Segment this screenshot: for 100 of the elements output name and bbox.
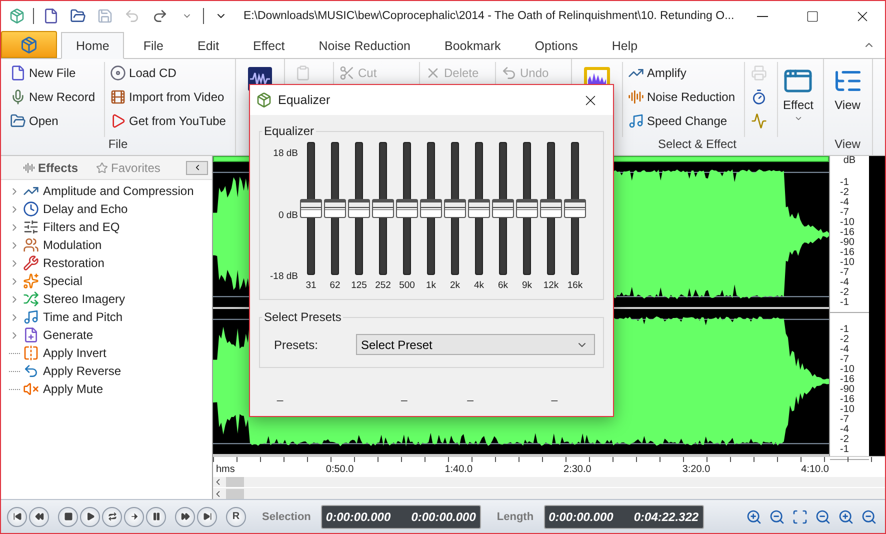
ribbon-button[interactable]: Open xyxy=(8,110,98,132)
frequency-label: 12k xyxy=(543,280,559,291)
slider-thumb[interactable] xyxy=(324,199,346,218)
skip-forward-icon xyxy=(202,512,212,521)
band-slider[interactable] xyxy=(516,142,538,275)
transport-button[interactable] xyxy=(58,506,78,526)
caret-icon xyxy=(794,114,803,123)
effect-item[interactable]: Filters and EQ xyxy=(23,219,120,235)
effect-item[interactable]: Restoration xyxy=(23,255,104,271)
effect-item[interactable]: Apply Reverse xyxy=(23,363,122,379)
db-scale-label: -2 xyxy=(840,188,850,198)
folder-icon xyxy=(10,113,26,129)
db-scale-label: -1 xyxy=(840,325,850,335)
band-slider[interactable] xyxy=(492,142,514,275)
loop-icon xyxy=(108,512,116,521)
effect-item[interactable]: Apply Mute xyxy=(23,381,104,397)
frequency-label: 9k xyxy=(522,280,532,291)
time-label: 0:50.0 xyxy=(326,464,354,476)
ribbon-large-button[interactable]: Effect xyxy=(781,62,816,123)
db-scale-label: -1 xyxy=(840,178,850,188)
effect-item[interactable]: Amplitude and Compression xyxy=(23,183,194,199)
band-slider[interactable] xyxy=(468,142,490,275)
band-slider[interactable] xyxy=(396,142,418,275)
ribbon-large-button[interactable]: View xyxy=(830,62,865,112)
band-slider[interactable] xyxy=(564,142,586,275)
ribbon-tab[interactable]: Effect xyxy=(238,32,300,59)
group-title: Select Presets xyxy=(263,310,342,324)
band-slider[interactable] xyxy=(540,142,562,275)
effect-item[interactable]: Delay and Echo xyxy=(23,201,128,217)
slider-thumb[interactable] xyxy=(372,199,394,218)
slider-thumb[interactable] xyxy=(516,199,538,218)
ribbon-button[interactable]: Import from Video xyxy=(108,86,228,108)
ribbon-tab[interactable]: File xyxy=(128,32,178,59)
effect-item[interactable]: Apply Invert xyxy=(23,345,106,361)
app-icon xyxy=(20,36,38,54)
ribbon-button[interactable]: Noise Reduction xyxy=(626,86,738,108)
db-scale-label: -1 xyxy=(840,298,850,308)
ribbon-button[interactable]: New Record xyxy=(8,86,98,108)
record-button[interactable]: R xyxy=(226,506,246,526)
time-value: 0:00:00.000 xyxy=(548,510,614,524)
panel-tab[interactable]: Effects xyxy=(17,160,84,174)
slider-thumb[interactable] xyxy=(396,199,418,218)
effect-item[interactable]: Generate xyxy=(23,327,94,343)
band-slider[interactable] xyxy=(420,142,442,275)
ribbon-tab[interactable]: Noise Reduction xyxy=(304,32,426,59)
slider-thumb[interactable] xyxy=(300,199,322,218)
slider-thumb[interactable] xyxy=(348,199,370,218)
ribbon-button[interactable]: New File xyxy=(8,62,98,84)
time-label: 4:10.0 xyxy=(801,464,829,476)
frequency-label: 4k xyxy=(474,280,484,291)
effect-item[interactable]: Stereo Imagery xyxy=(23,291,126,307)
transport-button[interactable] xyxy=(29,506,49,526)
underscore-mark: _ xyxy=(277,390,284,402)
transport-button[interactable] xyxy=(102,506,122,526)
preset-dropdown[interactable]: Select Preset xyxy=(356,334,595,355)
slider-thumb[interactable] xyxy=(468,199,490,218)
horizontal-scrollbar[interactable] xyxy=(213,476,885,488)
ribbon-button[interactable]: Speed Change xyxy=(626,110,738,132)
band-slider[interactable] xyxy=(324,142,346,275)
ribbon-tab[interactable]: Help xyxy=(596,32,653,59)
fast-forward-icon xyxy=(180,512,190,521)
ribbon-button[interactable]: Get from YouTube xyxy=(108,110,228,132)
horizontal-scrollbar[interactable] xyxy=(213,487,885,499)
ribbon-button[interactable]: Amplify xyxy=(626,62,738,84)
scrollbar-thumb[interactable] xyxy=(226,488,244,499)
group-label: File xyxy=(108,137,128,153)
transport-button[interactable] xyxy=(7,506,27,526)
group-label: Select & Effect xyxy=(658,137,736,153)
slider-thumb[interactable] xyxy=(420,199,442,218)
ribbon-tab[interactable]: Home xyxy=(61,32,124,59)
ribbon-tab[interactable]: Options xyxy=(520,32,593,59)
band-slider[interactable] xyxy=(300,142,322,275)
ribbon-button[interactable]: Load CD xyxy=(108,62,228,84)
transport-button[interactable] xyxy=(146,506,166,526)
ribbon-tab[interactable]: Bookmark xyxy=(430,32,516,59)
underscore-mark: _ xyxy=(401,390,408,402)
slider-thumb[interactable] xyxy=(564,199,586,218)
slider-thumb[interactable] xyxy=(444,199,466,218)
effect-item[interactable]: Special xyxy=(23,273,82,289)
transport-button[interactable] xyxy=(124,506,144,526)
scrollbar-thumb[interactable] xyxy=(226,476,244,487)
application-menu-button[interactable] xyxy=(1,31,57,58)
db-scale-label: -10 xyxy=(840,258,856,268)
effect-item[interactable]: Time and Pitch xyxy=(23,309,123,325)
selection-label: Selection xyxy=(262,510,311,522)
underscore-mark: _ xyxy=(551,390,558,402)
presets-label: Presets: xyxy=(274,338,320,352)
slider-thumb[interactable] xyxy=(540,199,562,218)
document-icon xyxy=(42,8,59,24)
band-slider[interactable] xyxy=(444,142,466,275)
transport-button[interactable] xyxy=(197,506,217,526)
slider-thumb[interactable] xyxy=(492,199,514,218)
band-slider[interactable] xyxy=(372,142,394,275)
disc-icon xyxy=(110,65,126,81)
transport-button[interactable] xyxy=(80,506,100,526)
band-slider[interactable] xyxy=(348,142,370,275)
transport-button[interactable] xyxy=(175,506,195,526)
db-scale-label: -18 dB xyxy=(270,271,298,282)
ribbon-tab[interactable]: Edit xyxy=(182,32,234,59)
effect-item[interactable]: Modulation xyxy=(23,237,102,253)
